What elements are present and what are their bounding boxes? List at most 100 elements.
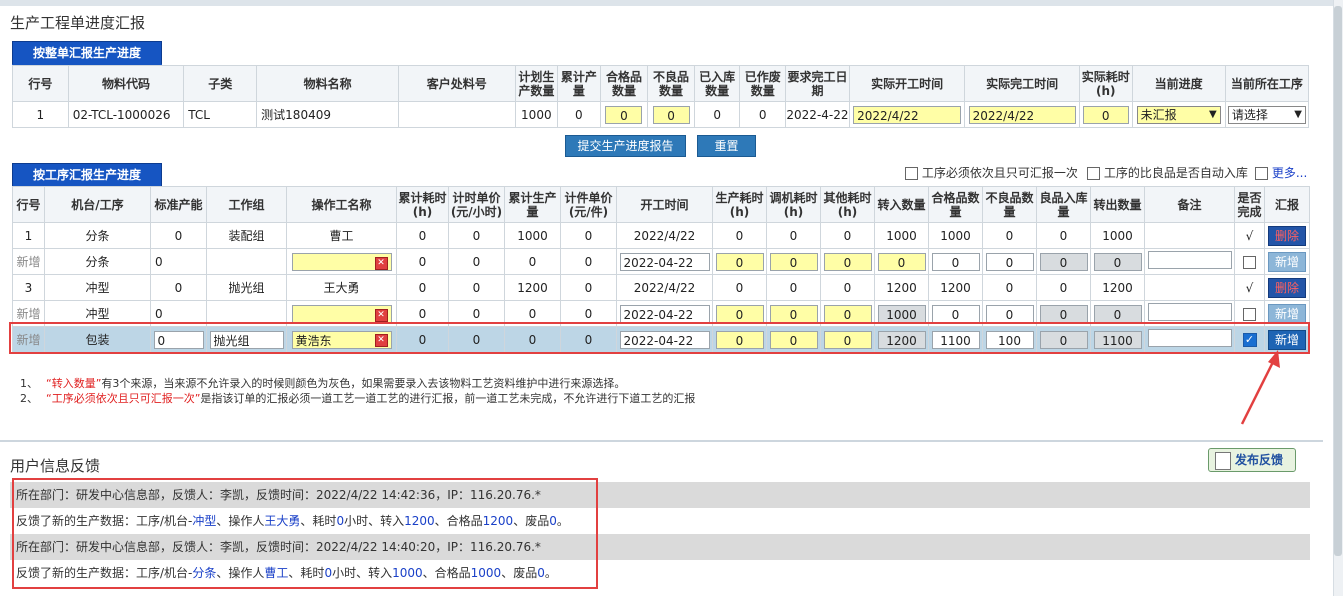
actual-hours-input[interactable]: 0 <box>1082 105 1129 124</box>
cell-rate-p: 0 <box>560 222 617 249</box>
cell-cap: 0 <box>150 274 207 301</box>
cell-sub: TCL <box>183 101 258 128</box>
sequential-checkbox[interactable] <box>905 167 918 180</box>
publish-feedback-button[interactable]: 发布反馈 <box>1208 448 1296 472</box>
in-qty-input[interactable]: 0 <box>877 252 926 271</box>
submit-report-button[interactable]: 提交生产进度报告 <box>565 135 686 157</box>
pcol-rate-h: 计时单价(元/小时) <box>448 186 505 223</box>
adj-hours-input[interactable]: 0 <box>769 252 818 271</box>
annotation-feedback-box <box>12 478 598 589</box>
cell-stock: 0 <box>1036 274 1091 301</box>
prod-hours-input[interactable]: 0 <box>715 252 764 271</box>
pcol-out: 转出数量 <box>1090 186 1145 223</box>
remark-input[interactable] <box>1147 303 1232 321</box>
actual-start-input[interactable]: 2022/4/22 <box>853 105 962 124</box>
tab-process-report[interactable]: 按工序汇报生产进度 <box>12 163 162 189</box>
out-qty-input: 0 <box>1093 304 1142 323</box>
table-row: 1 02-TCL-1000026 TCL 测试180409 1000 0 0 0… <box>12 101 1310 128</box>
more-link[interactable]: 更多... <box>1272 166 1307 180</box>
bad-qty-input[interactable]: 0 <box>985 252 1034 271</box>
publish-feedback-label: 发布反馈 <box>1235 453 1284 467</box>
cell-line: 3 <box>12 274 45 301</box>
delete-button[interactable]: 删除 <box>1268 225 1306 246</box>
actual-finish-input[interactable]: 2022/4/22 <box>968 105 1076 124</box>
cell-worker: 王大勇 <box>286 274 397 301</box>
pcol-good: 合格品数量 <box>928 186 983 223</box>
pcol-done: 是否完成 <box>1234 186 1265 223</box>
more-checkbox[interactable] <box>1255 167 1268 180</box>
cell-prod-h: 0 <box>712 274 767 301</box>
pcol-group: 工作组 <box>206 186 287 223</box>
prod-hours-input[interactable]: 0 <box>715 304 764 323</box>
cell-adj-h: 0 <box>766 222 821 249</box>
col-hours: 实际耗时(h) <box>1078 65 1133 102</box>
start-date-input[interactable]: 2022-04-22 <box>619 252 710 271</box>
clear-icon[interactable]: ✕ <box>374 308 388 322</box>
other-hours-input[interactable]: 0 <box>823 304 872 323</box>
cell-line: 1 <box>12 222 45 249</box>
option-sequential[interactable]: 工序必须依次且只可汇报一次 <box>905 164 1078 181</box>
adj-hours-input[interactable]: 0 <box>769 304 818 323</box>
remark-input[interactable] <box>1147 251 1232 269</box>
pcol-cap: 标准产能 <box>150 186 207 223</box>
cell-line: 新增 <box>12 248 45 275</box>
cell-out: 1000 <box>1090 222 1145 249</box>
add-button[interactable]: 新增 <box>1268 251 1306 272</box>
cell-oth-h: 0 <box>820 222 875 249</box>
start-date-input[interactable]: 2022-04-22 <box>619 304 710 323</box>
cell-stock: 0 <box>1036 222 1091 249</box>
cell-cum-qty: 1200 <box>504 274 561 301</box>
auto-stock-checkbox[interactable] <box>1087 167 1100 180</box>
top-border <box>0 0 1343 6</box>
other-hours-input[interactable]: 0 <box>823 252 872 271</box>
done-checkbox[interactable] <box>1243 255 1256 269</box>
col-stored: 已入库数量 <box>693 65 741 102</box>
cell-good: 1200 <box>928 274 983 301</box>
table-row: 1 分条 0 装配组 曹工 0 0 1000 0 2022/4/22 0 0 0… <box>12 222 1310 249</box>
good-qty-input[interactable]: 0 <box>605 105 643 124</box>
cell-start: 2022/4/22 <box>616 222 713 249</box>
add-button[interactable]: 新增 <box>1268 303 1306 324</box>
good-qty-input[interactable]: 0 <box>931 304 980 323</box>
cell-proc: 分条 <box>44 222 151 249</box>
col-good: 合格品数量 <box>599 65 649 102</box>
note-2-text: 是指该订单的汇报必须一道工艺一道工艺的进行汇报，前一道工艺未完成，不允许进行下道… <box>200 392 696 405</box>
progress-value: 未汇报 <box>1140 107 1177 122</box>
bad-qty-input[interactable]: 0 <box>652 105 690 124</box>
cell-line: 1 <box>12 101 69 128</box>
note-1-index: 1、 <box>20 377 38 390</box>
delete-button[interactable]: 删除 <box>1268 277 1306 298</box>
table-row: 3 冲型 0 抛光组 王大勇 0 0 1200 0 2022/4/22 0 0 … <box>12 274 1310 301</box>
cell-rate-p: 0 <box>560 274 617 301</box>
cell-cap: 0 <box>150 222 207 249</box>
option-more[interactable]: 更多... <box>1255 164 1307 181</box>
col-cust: 客户处料号 <box>398 65 516 102</box>
col-due: 要求完工日期 <box>785 65 850 102</box>
worker-input[interactable]: ✕ <box>291 304 392 323</box>
cell-oth-h: 0 <box>820 274 875 301</box>
tab-order-report[interactable]: 按整单汇报生产进度 <box>12 41 162 67</box>
process-select[interactable]: 请选择 ▼ <box>1227 105 1306 124</box>
good-qty-input[interactable]: 0 <box>931 252 980 271</box>
clear-icon[interactable]: ✕ <box>374 256 388 270</box>
cell-remark <box>1144 222 1235 249</box>
scrollbar-thumb[interactable] <box>1334 6 1342 556</box>
cell-in: 1200 <box>874 274 929 301</box>
cell-proc: 分条 <box>44 248 151 275</box>
cell-done: √ <box>1234 222 1265 249</box>
table-row: 新增 分条 0 ✕ 0 0 0 0 2022-04-22 0 0 0 0 0 0… <box>12 248 1310 275</box>
col-start: 实际开工时间 <box>848 65 966 102</box>
done-checkbox[interactable] <box>1243 307 1256 321</box>
option-auto-stock[interactable]: 工序的比良品是否自动入库 <box>1087 164 1248 181</box>
progress-select[interactable]: 未汇报 ▼ <box>1136 105 1221 124</box>
bad-qty-input[interactable]: 0 <box>985 304 1034 323</box>
cell-plan: 1000 <box>514 101 559 128</box>
col-sub: 子类 <box>183 65 258 102</box>
reset-button[interactable]: 重置 <box>697 135 756 157</box>
cell-worker: 曹工 <box>286 222 397 249</box>
notes-block: 1、 “转入数量”有3个来源，当来源不允许录入的时候则颜色为灰色，如果需要录入去该… <box>20 376 695 406</box>
cell-good: 1000 <box>928 222 983 249</box>
cell-adj-h: 0 <box>766 274 821 301</box>
annotation-highlight-box <box>9 322 1310 354</box>
worker-input[interactable]: ✕ <box>291 252 392 271</box>
